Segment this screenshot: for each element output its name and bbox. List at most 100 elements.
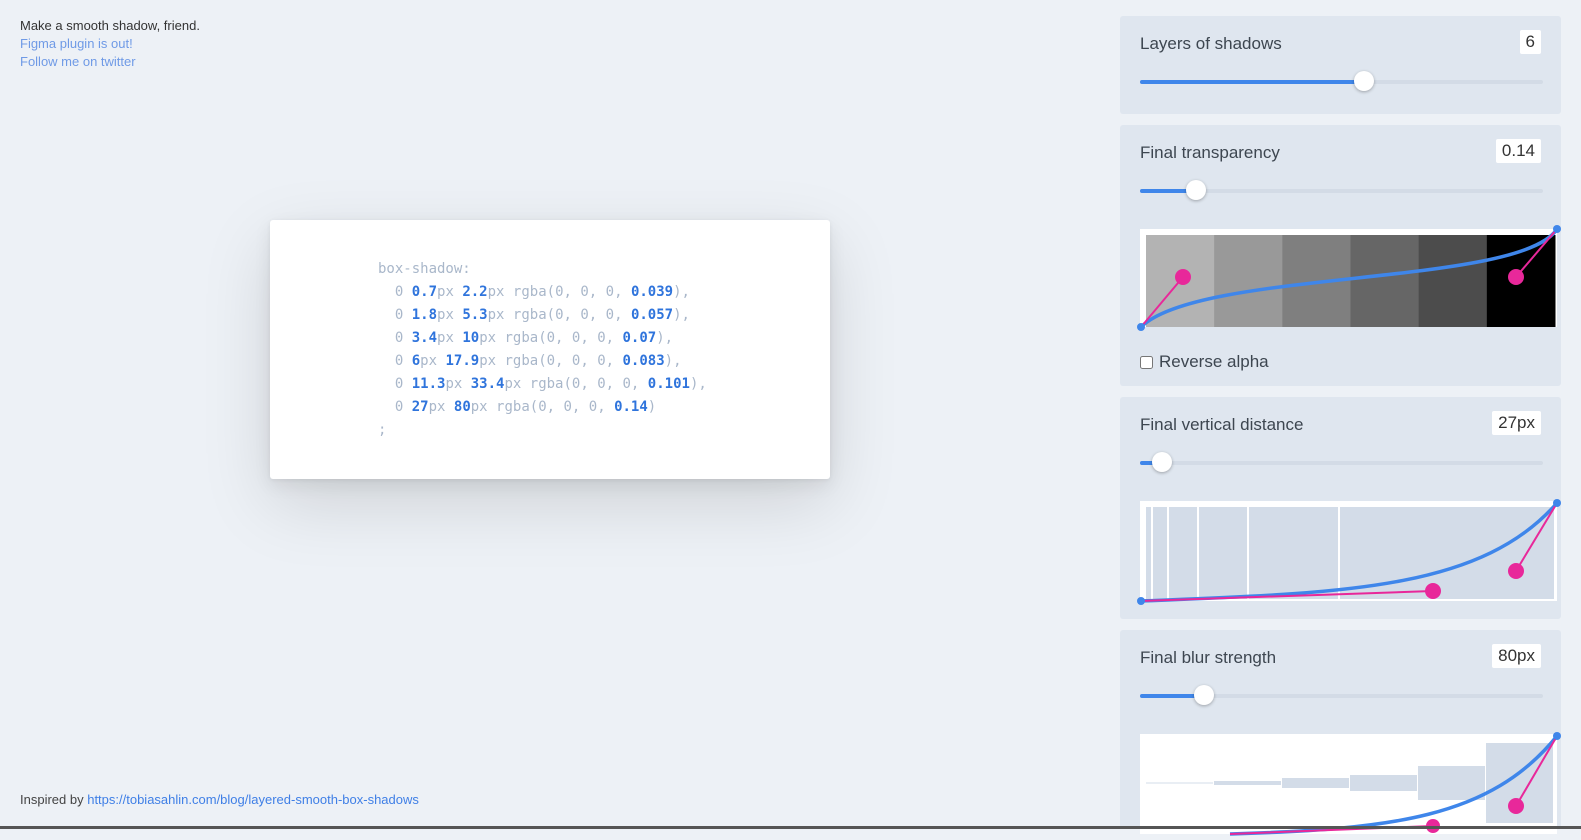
distance-curve: [1137, 499, 1561, 605]
code-x: 0: [394, 284, 404, 300]
code-rgb: rgba(0, 0, 0,: [512, 307, 631, 323]
code-alpha: 0.101: [647, 376, 690, 392]
code-end: ),: [689, 376, 707, 392]
code-alpha: 0.083: [622, 353, 665, 369]
code-x: 0: [394, 376, 404, 392]
code-unit: px: [487, 307, 505, 323]
code-blur: 10: [462, 330, 480, 346]
code-blur: 80: [453, 399, 471, 415]
blur-layer-bar: [1282, 778, 1349, 788]
code-rgb: rgba(0, 0, 0,: [504, 330, 623, 346]
intro: Make a smooth shadow, friend. Figma plug…: [20, 17, 200, 71]
distance-slider-thumb[interactable]: [1152, 452, 1173, 472]
code-line: 0 3.4px 10px rgba(0, 0, 0, 0.07),: [378, 330, 673, 346]
code-x: 0: [394, 330, 404, 346]
reverse-alpha-checkbox[interactable]: [1140, 355, 1153, 369]
layers-slider[interactable]: [1140, 71, 1543, 91]
code-end: ),: [673, 307, 690, 323]
code-x: 0: [394, 307, 404, 323]
code-x: 0: [394, 399, 404, 415]
distance-layer-bar: [1146, 507, 1151, 599]
reverse-alpha[interactable]: Reverse alpha: [1140, 352, 1269, 372]
code-unit: px: [437, 307, 454, 323]
transparency-value[interactable]: 0.14: [1495, 139, 1541, 163]
blur-layer-bar: [1350, 775, 1417, 791]
blur-curve-editor[interactable]: [1140, 732, 1561, 836]
distance-layer-bar: [1249, 507, 1338, 599]
code-unit: px: [470, 399, 488, 415]
blur-slider[interactable]: [1140, 685, 1543, 705]
blur-layer-bar: [1146, 782, 1213, 784]
code-alpha: 0.039: [630, 284, 674, 300]
code-y: 0.7: [411, 284, 438, 300]
code-alpha: 0.14: [614, 399, 648, 415]
blur-layer-bar: [1214, 781, 1281, 785]
blur-label: Final blur strength: [1140, 648, 1277, 667]
distance-layer-bar: [1169, 507, 1197, 599]
code-rgb: rgba(0, 0, 0,: [504, 353, 623, 369]
distance-slider[interactable]: [1140, 452, 1543, 472]
transparency-slider-thumb[interactable]: [1186, 180, 1207, 200]
inspiration-link[interactable]: https://tobiasahlin.com/blog/layered-smo…: [87, 792, 419, 807]
code-blur: 17.9: [445, 353, 480, 369]
transparency-label: Final transparency: [1140, 143, 1280, 162]
distance-layer-bar: [1199, 507, 1247, 599]
layers-slider-thumb[interactable]: [1353, 71, 1374, 91]
code-alpha: 0.07: [622, 330, 657, 346]
code-line: 0 1.8px 5.3px rgba(0, 0, 0, 0.057),: [378, 307, 690, 323]
blur-value[interactable]: 80px: [1492, 644, 1541, 668]
code-alpha: 0.057: [630, 307, 674, 323]
curve-endpoint: [1553, 225, 1561, 233]
alpha-swatch: [1418, 235, 1488, 327]
code-unit: px: [487, 284, 505, 300]
alpha-swatch: [1214, 235, 1283, 327]
layers-panel: Layers of shadows 6: [1120, 16, 1561, 114]
code-line: 0 11.3px 33.4px rgba(0, 0, 0, 0.101),: [378, 376, 707, 392]
code-end: ),: [673, 284, 690, 300]
distance-curve-editor[interactable]: [1137, 499, 1561, 605]
code-line: 0 0.7px 2.2px rgba(0, 0, 0, 0.039),: [378, 284, 690, 300]
code-unit: px: [445, 376, 463, 392]
alpha-curve-editor[interactable]: [1137, 225, 1561, 331]
curve-handle: [1508, 269, 1524, 285]
layers-slider-fill: [1140, 80, 1364, 84]
code-unit: px: [428, 399, 446, 415]
code-end: ): [647, 399, 657, 415]
code-end: ),: [664, 353, 682, 369]
distance-layer-bar: [1153, 507, 1167, 599]
code-blur: 2.2: [462, 284, 488, 300]
footer: Inspired by https://tobiasahlin.com/blog…: [20, 792, 419, 807]
figma-plugin-link[interactable]: Figma plugin is out!: [20, 35, 200, 53]
reverse-alpha-label: Reverse alpha: [1159, 352, 1269, 371]
box-shadow-code: box-shadow: 0 0.7px 2.2px rgba(0, 0, 0, …: [378, 258, 707, 442]
distance-value[interactable]: 27px: [1492, 411, 1541, 435]
code-rgb: rgba(0, 0, 0,: [512, 284, 631, 300]
twitter-link[interactable]: Follow me on twitter: [20, 53, 200, 71]
curve-endpoint: [1553, 732, 1561, 740]
code-unit: px: [420, 353, 438, 369]
code-card: box-shadow: 0 0.7px 2.2px rgba(0, 0, 0, …: [270, 220, 830, 479]
blur-layer-bar: [1418, 766, 1485, 800]
blur-slider-thumb[interactable]: [1194, 685, 1215, 705]
alpha-curve: [1137, 225, 1561, 331]
transparency-panel: Final transparency 0.14 Reverse alpha: [1120, 125, 1561, 386]
code-y: 27: [411, 399, 429, 415]
code-blur: 33.4: [470, 376, 505, 392]
code-end: ),: [656, 330, 674, 346]
distance-label: Final vertical distance: [1140, 415, 1304, 434]
code-unit: px: [479, 330, 497, 346]
tagline: Make a smooth shadow, friend.: [20, 18, 200, 33]
curve-handle: [1175, 269, 1191, 285]
code-unit: px: [437, 330, 454, 346]
code-unit: px: [437, 284, 454, 300]
curve-handle: [1508, 798, 1524, 814]
code-terminator: ;: [378, 422, 387, 438]
code-y: 3.4: [411, 330, 438, 346]
blur-curve: [1146, 732, 1561, 836]
code-unit: px: [479, 353, 497, 369]
blur-panel: Final blur strength 80px: [1120, 630, 1561, 836]
curve-endpoint: [1137, 323, 1145, 331]
transparency-slider[interactable]: [1140, 180, 1543, 200]
code-y: 1.8: [411, 307, 438, 323]
layers-value[interactable]: 6: [1519, 30, 1541, 54]
